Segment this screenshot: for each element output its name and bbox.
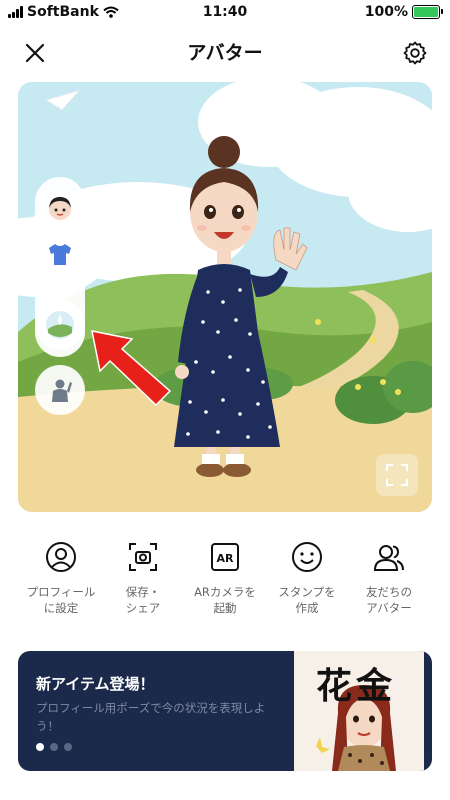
- ar-icon: AR: [208, 540, 242, 574]
- promo-banner[interactable]: 新アイテム登場！ プロフィール用ポーズで今の状況を表現しよう！ 花金: [18, 651, 432, 771]
- carousel-dot[interactable]: [36, 743, 44, 751]
- set-profile-label: プロフィール に設定: [26, 585, 96, 615]
- background-edit-button[interactable]: [35, 300, 85, 350]
- create-sticker-label: スタンプを 作成: [278, 585, 336, 615]
- create-sticker-button[interactable]: スタンプを 作成: [266, 540, 348, 616]
- save-share-button[interactable]: 保存・ シェア: [102, 540, 184, 616]
- set-profile-button[interactable]: プロフィール に設定: [20, 540, 102, 616]
- camera-icon: [126, 540, 160, 574]
- banner-title: 新アイテム登場！: [36, 675, 155, 693]
- action-row: プロフィール に設定 保存・ シェア AR ARカメラを 起動 スタンプを 作成…: [0, 540, 450, 630]
- shirt-icon: [49, 244, 71, 265]
- red-arrow-annotation: [91, 330, 172, 407]
- fullscreen-button[interactable]: [376, 454, 418, 496]
- settings-button[interactable]: [400, 38, 430, 68]
- face-icon: [49, 197, 71, 220]
- battery-percent: 100%: [364, 4, 408, 20]
- friends-avatar-button[interactable]: 友だちの アバター: [348, 540, 430, 616]
- background-icon: [46, 311, 74, 339]
- fullscreen-icon: [386, 464, 408, 486]
- banner-art-text: 花金: [315, 665, 396, 707]
- gear-icon: [403, 41, 427, 65]
- carousel-dot[interactable]: [64, 743, 72, 751]
- carousel-dot[interactable]: [50, 743, 58, 751]
- friends-icon: [372, 540, 406, 574]
- pose-icon: [52, 379, 72, 402]
- avatar-scene[interactable]: [18, 82, 432, 512]
- pose-edit-button[interactable]: [35, 365, 85, 415]
- header: アバター: [0, 30, 450, 74]
- smile-icon: [290, 540, 324, 574]
- carousel-dots: [36, 743, 72, 751]
- ar-camera-label: ARカメラを 起動: [194, 585, 256, 615]
- status-bar: SoftBank 11:40 100%: [0, 0, 450, 26]
- ar-camera-button[interactable]: AR ARカメラを 起動: [184, 540, 266, 616]
- profile-icon: [44, 540, 78, 574]
- ar-icon-text: AR: [217, 552, 235, 565]
- friends-avatar-label: 友だちの アバター: [366, 585, 412, 615]
- face-edit-button[interactable]: [40, 188, 80, 228]
- outfit-edit-button[interactable]: [40, 234, 80, 274]
- save-share-label: 保存・ シェア: [125, 585, 161, 615]
- battery-icon: [412, 5, 443, 19]
- banner-description: プロフィール用ポーズで今の状況を表現しよう！: [36, 701, 266, 733]
- page-title: アバター: [187, 42, 263, 64]
